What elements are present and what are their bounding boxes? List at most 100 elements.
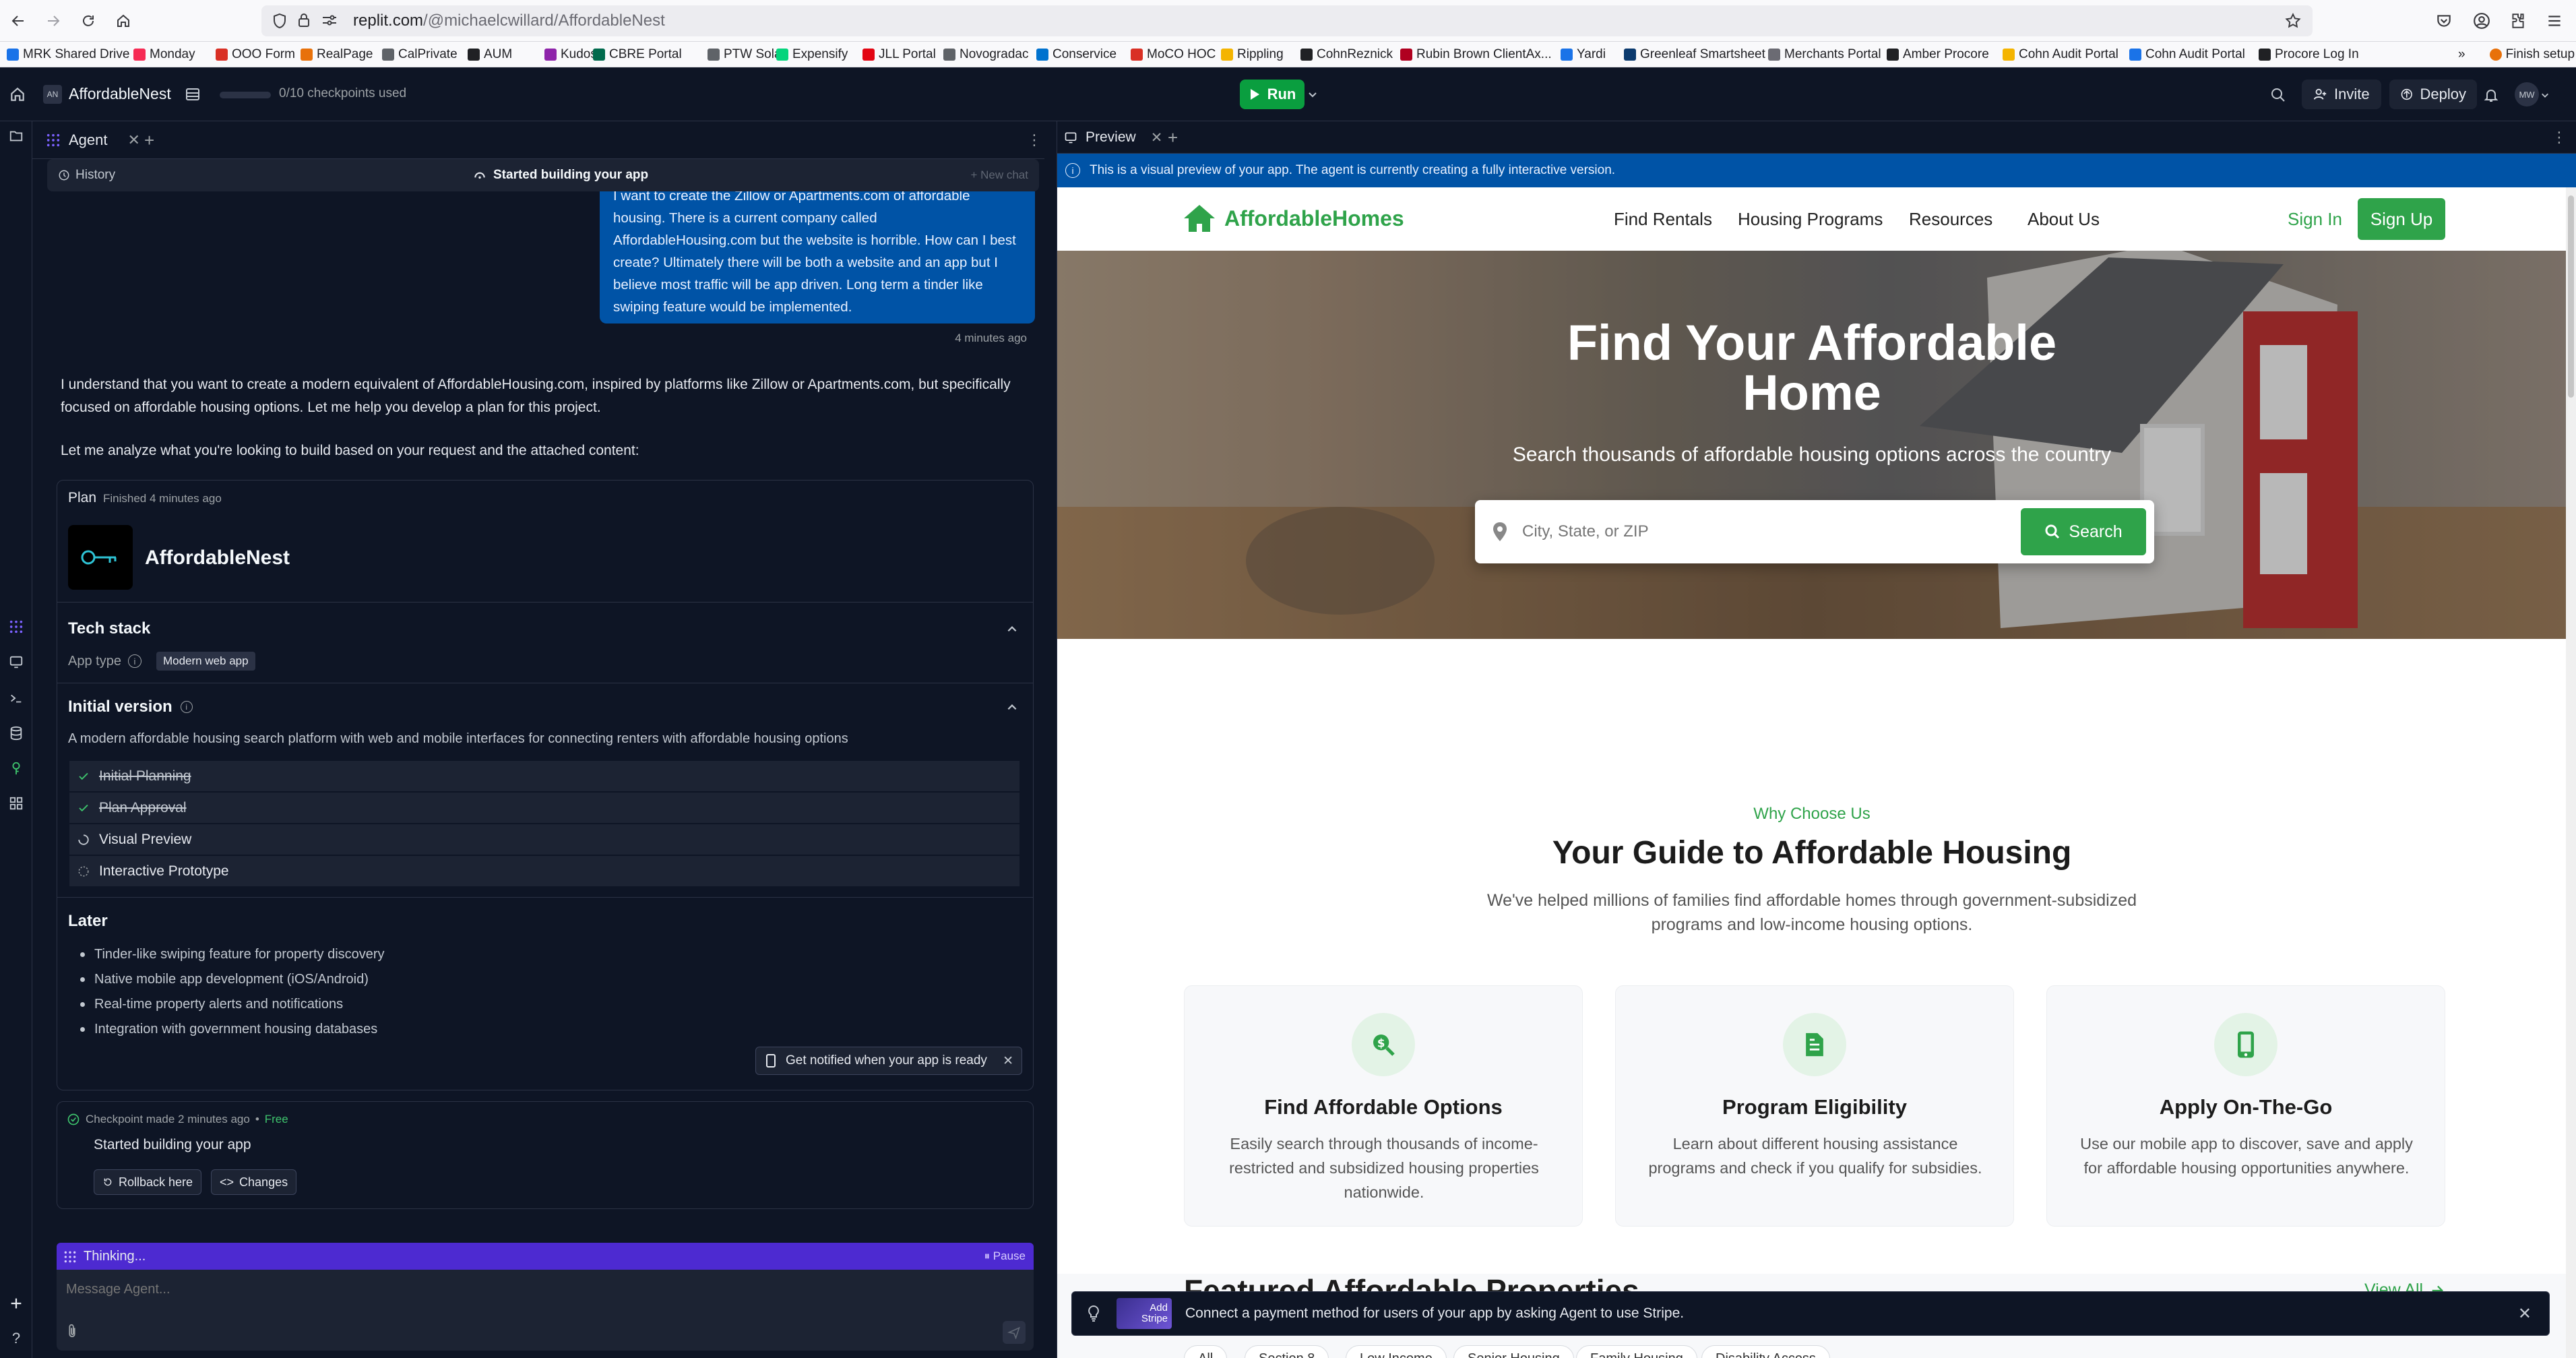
bookmarks-overflow[interactable]: » Finish setup [2458, 47, 2575, 62]
nav-resources[interactable]: Resources [1909, 209, 1992, 230]
forward-icon[interactable] [40, 8, 66, 34]
run-options-icon[interactable] [1305, 86, 1321, 102]
search-icon[interactable] [2267, 84, 2290, 106]
bookmark-item[interactable]: OOO Form [216, 47, 295, 62]
bookmark-item[interactable]: Merchants Portal [1768, 47, 1881, 62]
nav-about-us[interactable]: About Us [2028, 209, 2100, 230]
filter-chip[interactable]: Family Housing [1576, 1345, 1697, 1358]
invite-button[interactable]: Invite [2302, 80, 2381, 109]
bookmark-item[interactable]: Monday [133, 47, 195, 62]
close-icon[interactable]: ✕ [1151, 129, 1163, 146]
filter-chip[interactable]: Low Income [1346, 1345, 1447, 1358]
bookmark-item[interactable]: Greenleaf Smartsheet [1624, 47, 1765, 62]
close-icon[interactable]: ✕ [128, 131, 140, 149]
bookmark-item[interactable]: CohnReznick [1300, 47, 1393, 62]
close-icon[interactable]: ✕ [2518, 1304, 2532, 1324]
bookmark-item[interactable]: Amber Procore [1887, 47, 1989, 62]
bookmark-item[interactable]: Kudos [544, 47, 597, 62]
bookmark-item[interactable]: MRK Shared Drive [7, 47, 129, 62]
history-button[interactable]: History [58, 168, 115, 183]
chevron-up-icon[interactable] [1006, 702, 1018, 714]
pocket-icon[interactable] [2432, 9, 2455, 32]
deploy-button[interactable]: Deploy [2389, 80, 2477, 109]
bookmark-item[interactable]: Rippling [1221, 47, 1284, 62]
preview-scrollbar[interactable] [2566, 187, 2576, 1358]
bookmark-item[interactable]: PTW Solar [708, 47, 786, 62]
bookmark-item[interactable]: CBRE Portal [593, 47, 682, 62]
bookmark-item[interactable]: Cohn Audit Portal [2003, 47, 2118, 62]
lock-icon[interactable] [296, 12, 311, 28]
filter-chip[interactable]: Disability Access [1701, 1345, 1830, 1358]
pause-button[interactable]: ⏸ Pause [984, 1249, 1026, 1263]
plus-icon[interactable] [7, 1294, 26, 1313]
tools-grid-icon[interactable] [7, 794, 26, 813]
send-icon[interactable] [1003, 1321, 1026, 1344]
address-bar[interactable]: replit.com/@michaelcwillard/AffordableNe… [261, 5, 2313, 36]
chevron-down-icon[interactable] [2539, 89, 2551, 101]
home-icon[interactable] [111, 8, 136, 34]
chevron-double-right-icon[interactable]: » [2458, 47, 2465, 62]
new-chat-button[interactable]: + New chat [970, 168, 1028, 182]
bookmark-item[interactable]: Expensify [776, 47, 848, 62]
filter-chip[interactable]: Senior Housing [1453, 1345, 1574, 1358]
sign-up-button[interactable]: Sign Up [2358, 198, 2445, 240]
permissions-icon[interactable] [321, 12, 338, 28]
nav-find-rentals[interactable]: Find Rentals [1614, 209, 1712, 230]
site-logo[interactable]: AffordableHomes [1183, 204, 1404, 233]
more-options-icon[interactable]: ⋮ [1027, 127, 1042, 154]
message-input[interactable] [66, 1278, 942, 1301]
bookmark-item[interactable]: Novogradac [943, 47, 1028, 62]
bookmark-item[interactable]: AUM [468, 47, 512, 62]
sign-in-link[interactable]: Sign In [2288, 209, 2342, 230]
add-stripe-badge[interactable]: Add Stripe [1117, 1298, 1172, 1329]
tab-agent[interactable]: Agent ✕ [46, 127, 140, 154]
filter-chip[interactable]: Section 8 [1245, 1345, 1329, 1358]
attach-icon[interactable] [66, 1324, 78, 1338]
search-button[interactable]: Search [2021, 508, 2146, 555]
project-name[interactable]: AffordableNest [69, 85, 171, 103]
notify-banner[interactable]: Get notified when your app is ready ✕ [755, 1047, 1022, 1075]
account-icon[interactable] [2470, 9, 2493, 32]
reload-icon[interactable] [75, 8, 101, 34]
bookmark-item[interactable]: MoCO HOC [1131, 47, 1216, 62]
bookmark-item[interactable]: JLL Portal [862, 47, 936, 62]
add-tab-icon[interactable]: + [1168, 124, 1178, 151]
more-options-icon[interactable]: ⋮ [2552, 124, 2567, 151]
shell-icon[interactable] [7, 689, 26, 708]
extensions-icon[interactable] [2507, 9, 2530, 32]
bookmark-item[interactable]: Rubin Brown ClientAx... [1400, 47, 1552, 62]
tab-preview[interactable]: Preview ✕ [1064, 125, 1162, 150]
filter-chip[interactable]: All [1184, 1345, 1228, 1358]
files-icon[interactable] [7, 127, 26, 146]
sidebar-toggle-icon[interactable] [183, 85, 202, 104]
bookmark-item[interactable]: RealPage [301, 47, 373, 62]
bookmark-item[interactable]: Conservice [1036, 47, 1117, 62]
avatar[interactable]: MW [2515, 82, 2539, 106]
chevron-up-icon[interactable] [1006, 623, 1018, 636]
nav-housing-programs[interactable]: Housing Programs [1738, 209, 1883, 230]
info-icon[interactable]: i [180, 701, 193, 713]
home-icon[interactable] [7, 84, 28, 105]
bell-icon[interactable] [2480, 84, 2503, 106]
bookmark-item[interactable]: Yardi [1561, 47, 1606, 62]
rollback-button[interactable]: Rollback here [94, 1169, 202, 1195]
help-icon[interactable]: ? [7, 1329, 26, 1348]
bookmark-item[interactable]: Procore Log In [2259, 47, 2359, 62]
message-composer[interactable] [57, 1270, 1034, 1351]
close-icon[interactable]: ✕ [1003, 1053, 1013, 1069]
run-button[interactable]: Run [1240, 80, 1305, 109]
shield-icon[interactable] [272, 13, 287, 29]
agent-icon[interactable] [7, 617, 26, 636]
add-tab-icon[interactable]: + [144, 127, 154, 154]
scroll-thumb[interactable] [2568, 195, 2574, 398]
project-avatar[interactable]: AN [43, 85, 62, 104]
bookmark-item[interactable]: Cohn Audit Portal [2129, 47, 2245, 62]
info-icon[interactable]: i [127, 654, 142, 668]
back-icon[interactable] [5, 8, 31, 34]
bookmark-item[interactable]: CalPrivate [382, 47, 458, 62]
location-input[interactable] [1522, 516, 1994, 547]
database-icon[interactable] [7, 724, 26, 743]
secrets-icon[interactable] [7, 759, 26, 778]
bookmark-star-icon[interactable] [2284, 12, 2302, 30]
menu-icon[interactable] [2543, 9, 2566, 32]
